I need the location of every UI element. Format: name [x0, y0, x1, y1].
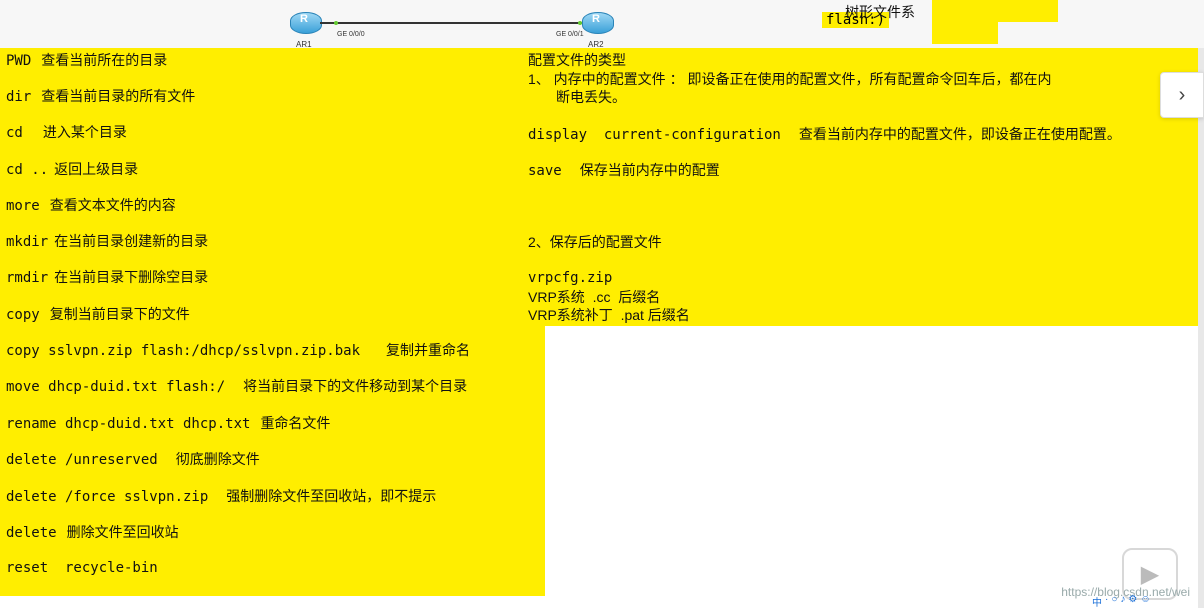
command-row: move dhcp-duid.txt flash:/将当前目录下的文件移动到某个… — [6, 378, 468, 395]
vrp-extension-line: VRP系统 .cc 后缀名 — [528, 289, 661, 305]
display-command-row: display current-configuration 查看当前内存中的配置文… — [528, 126, 1121, 143]
command-row: cd 进入某个目录 — [6, 124, 127, 141]
vrpcfg-file: vrpcfg.zip — [528, 270, 613, 286]
saved-config-title: 2、保存后的配置文件 — [528, 234, 662, 250]
router-icon-ar1[interactable]: R — [288, 6, 322, 34]
gear-icon[interactable]: ⚙ — [1128, 594, 1137, 610]
command-row: reset recycle-bin — [6, 560, 158, 576]
dot-icon: · — [1105, 594, 1109, 605]
config-types-title: 配置文件的类型 — [528, 52, 626, 68]
emoji-icon[interactable]: ☺ — [1140, 594, 1150, 610]
command-row: cd .. 返回上级目录 — [6, 161, 139, 178]
port-dot-left — [334, 21, 338, 25]
command-row: delete /unreserved 彻底删除文件 — [6, 451, 260, 468]
command-row: rename dhcp-duid.txt dhcp.txt 重命名文件 — [6, 415, 331, 432]
vertical-scrollbar[interactable] — [1198, 48, 1204, 608]
command-row: PWD 查看当前所在的目录 — [6, 52, 168, 69]
router-icon-ar2[interactable]: R — [580, 6, 614, 34]
topology-strip: R AR1 GE 0/0/0 GE 0/0/1 R AR2 flash:) 树形… — [0, 0, 1204, 50]
command-row: rmdir 在当前目录下删除空目录 — [6, 269, 209, 286]
command-row: more 查看文本文件的内容 — [6, 197, 176, 214]
circle-icon[interactable]: ○ — [1111, 594, 1117, 610]
next-slide-button[interactable]: › — [1160, 72, 1204, 118]
command-row: delete 删除文件至回收站 — [6, 524, 179, 541]
memory-config-line: 1、 内存中的配置文件 ： 即设备正在使用的配置文件，所有配置命令回车后，都在内 — [528, 71, 1052, 87]
port-label-left: GE 0/0/0 — [337, 31, 365, 38]
vrp-patch-extension-line: VRP系统补丁 .pat 后缀名 — [528, 307, 690, 323]
highlight-block — [932, 20, 998, 44]
command-row: delete /force sslvpn.zip 强制删除文件至回收站，即不提示 — [6, 488, 437, 505]
command-row: dir 查看当前目录的所有文件 — [6, 88, 196, 105]
system-tray: 中 · ○ ♪ ⚙ ☺ — [1092, 594, 1151, 610]
tree-note: 树形文件系 — [845, 4, 915, 20]
chevron-right-icon: › — [1178, 83, 1186, 106]
memory-config-line-2: 断电丢失。 — [556, 89, 626, 105]
highlight-block — [932, 0, 1058, 22]
ime-icon[interactable]: 中 — [1092, 594, 1102, 610]
command-row: mkdir 在当前目录创建新的目录 — [6, 233, 209, 250]
save-command-row: save 保存当前内存中的配置 — [528, 162, 720, 179]
command-row: copy sslvpn.zip flash:/dhcp/sslvpn.zip.b… — [6, 342, 471, 359]
command-row: copy 复制当前目录下的文件 — [6, 306, 190, 323]
mic-icon[interactable]: ♪ — [1120, 594, 1125, 610]
link-line — [320, 22, 595, 24]
